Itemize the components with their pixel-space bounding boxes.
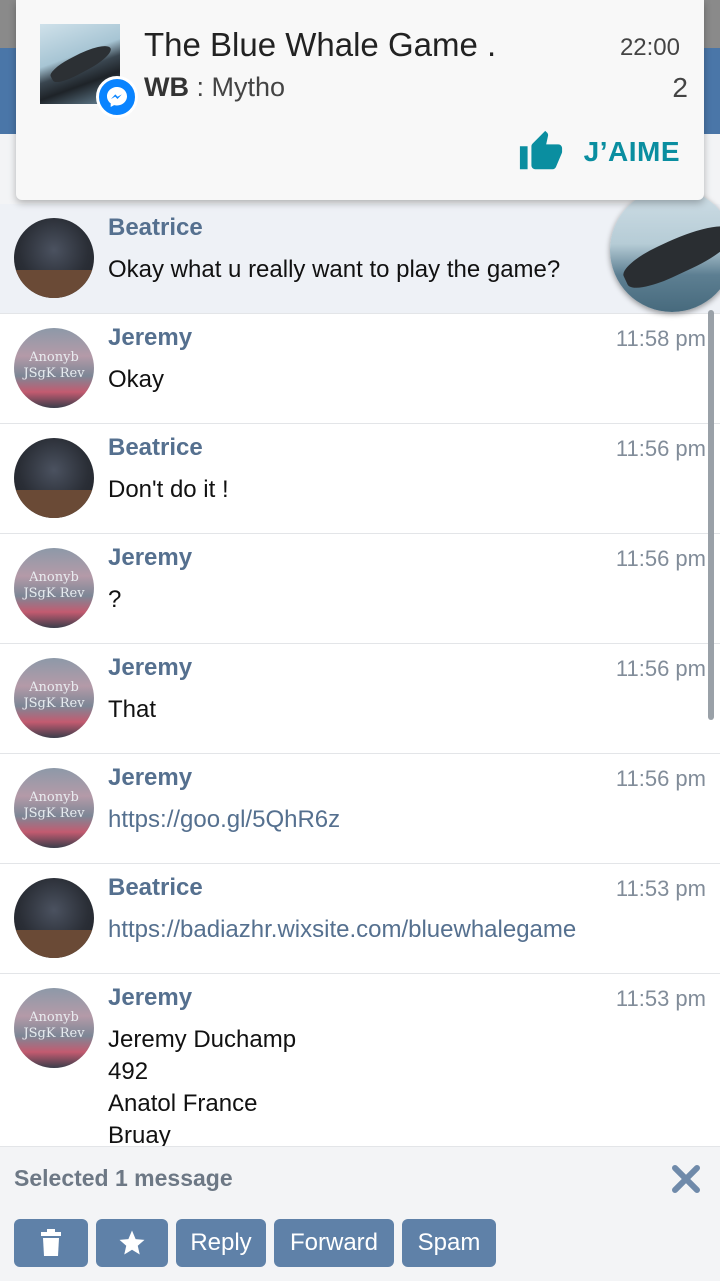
- avatar-text-line1: Anonyb: [29, 680, 79, 695]
- selection-action-bar: Selected 1 message Reply Forward Spam: [0, 1146, 720, 1281]
- delete-button[interactable]: [14, 1219, 88, 1267]
- trash-icon: [41, 1229, 61, 1256]
- message-line: 492: [108, 1058, 149, 1085]
- favorite-button[interactable]: [96, 1219, 168, 1267]
- avatar-text-line1: Anonyb: [29, 570, 79, 585]
- message-row[interactable]: Beatrice 11:56 pm Don't do it !: [0, 424, 720, 534]
- avatar: [14, 218, 94, 298]
- sender-name: Jeremy: [108, 544, 193, 571]
- avatar-text-line2: JSgK Rev: [23, 1026, 85, 1041]
- message-line: Bruay: [108, 1122, 171, 1146]
- avatar: [14, 878, 94, 958]
- star-icon: [119, 1230, 145, 1255]
- avatar-text-line2: JSgK Rev: [23, 366, 85, 381]
- thumbs-up-icon: [519, 130, 562, 170]
- messenger-icon: [96, 76, 138, 118]
- message-row[interactable]: Anonyb JSgK Rev Jeremy 11:56 pm ?: [0, 534, 720, 644]
- sender-name: Jeremy: [108, 764, 193, 791]
- message-time: 11:56 pm: [615, 656, 706, 681]
- like-button-label: J’AIME: [583, 136, 680, 167]
- selected-count-label: Selected 1 message: [14, 1165, 233, 1191]
- message-text: ?: [108, 586, 122, 613]
- sender-name: Beatrice: [108, 214, 203, 241]
- message-row[interactable]: Anonyb JSgK Rev Jeremy 11:58 pm Okay: [0, 314, 720, 424]
- avatar: Anonyb JSgK Rev: [14, 988, 94, 1068]
- avatar-text-line1: Anonyb: [29, 1010, 79, 1025]
- avatar: [14, 438, 94, 518]
- message-time: 11:53 pm: [615, 986, 706, 1011]
- notification-card[interactable]: The Blue Whale Game . 22:00 WB : Mytho 2…: [16, 0, 704, 200]
- avatar: Anonyb JSgK Rev: [14, 768, 94, 848]
- notification-title: The Blue Whale Game .: [144, 26, 497, 63]
- avatar: Anonyb JSgK Rev: [14, 328, 94, 408]
- avatar-text-line1: Anonyb: [29, 350, 79, 365]
- message-text: That: [108, 696, 157, 723]
- message-time: 11:58 pm: [615, 326, 706, 351]
- message-link[interactable]: https://goo.gl/5QhR6z: [108, 804, 340, 836]
- notification-time: 22:00: [619, 34, 680, 61]
- avatar: Anonyb JSgK Rev: [14, 658, 94, 738]
- forward-button[interactable]: Forward: [274, 1219, 394, 1267]
- message-row[interactable]: Anonyb JSgK Rev Jeremy 11:56 pm https://g…: [0, 754, 720, 864]
- sender-name: Jeremy: [108, 984, 193, 1011]
- message-text: Jeremy Duchamp 492 Anatol France Bruay: [108, 1024, 296, 1146]
- notification-preview: WB : Mytho: [144, 72, 285, 103]
- message-row[interactable]: Anonyb JSgK Rev Jeremy 11:56 pm That: [0, 644, 720, 754]
- like-button[interactable]: J’AIME: [518, 128, 680, 176]
- notification-preview-text: Mytho: [211, 72, 286, 102]
- sender-name: Beatrice: [108, 874, 203, 901]
- sender-name: Beatrice: [108, 434, 203, 461]
- message-time: 11:56 pm: [615, 436, 706, 461]
- message-text: Okay: [108, 366, 165, 393]
- avatar-text-line2: JSgK Rev: [23, 586, 85, 601]
- message-time: 11:56 pm: [615, 546, 706, 571]
- message-time: 11:53 pm: [615, 876, 706, 901]
- message-time: 11:56 pm: [615, 766, 706, 791]
- sender-name: Jeremy: [108, 324, 193, 351]
- avatar-text-line2: JSgK Rev: [23, 806, 85, 821]
- message-line: Jeremy Duchamp: [108, 1026, 297, 1053]
- avatar-text-line2: JSgK Rev: [23, 696, 85, 711]
- message-line: Anatol France: [108, 1090, 258, 1117]
- sender-name: Jeremy: [108, 654, 193, 681]
- avatar: Anonyb JSgK Rev: [14, 548, 94, 628]
- message-row[interactable]: Anonyb JSgK Rev Jeremy 11:53 pm Jeremy Du…: [0, 974, 720, 1146]
- scrollbar[interactable]: [708, 310, 714, 720]
- notification-count: 2: [672, 72, 688, 103]
- notification-sender: WB: [144, 72, 189, 102]
- message-list: Beatrice Okay what u really want to play…: [0, 204, 720, 1146]
- message-link[interactable]: https://badiazhr.wixsite.com/bluewhalega…: [108, 914, 576, 946]
- spam-button[interactable]: Spam: [402, 1219, 496, 1267]
- notification-separator: :: [188, 72, 212, 102]
- avatar-text-line1: Anonyb: [29, 790, 79, 805]
- message-row[interactable]: Beatrice 11:53 pm https://badiazhr.wixsi…: [0, 864, 720, 974]
- close-icon[interactable]: [670, 1163, 702, 1195]
- message-text: Okay what u really want to play the game…: [108, 256, 561, 283]
- message-text: Don't do it !: [108, 476, 229, 503]
- reply-button[interactable]: Reply: [176, 1219, 266, 1267]
